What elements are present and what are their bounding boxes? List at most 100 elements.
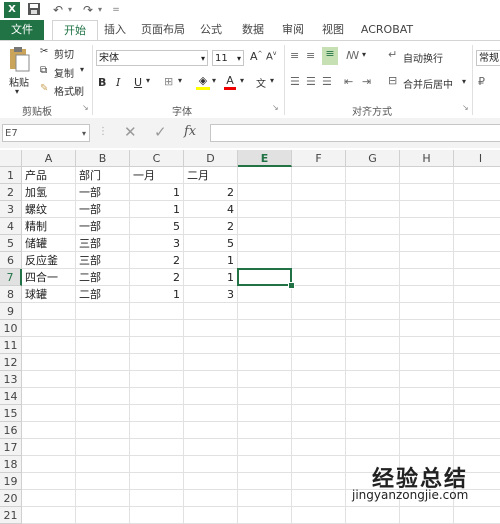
cell-c20[interactable] bbox=[130, 490, 184, 507]
cell-e12[interactable] bbox=[238, 354, 292, 371]
underline-dropdown-icon[interactable]: ▾ bbox=[146, 76, 150, 85]
cell-i2[interactable] bbox=[454, 184, 500, 201]
format-painter-button[interactable]: 格式刷 bbox=[54, 83, 84, 98]
cell-i8[interactable] bbox=[454, 286, 500, 303]
column-header-e[interactable]: E bbox=[238, 150, 292, 167]
cell-e7[interactable] bbox=[238, 269, 292, 286]
cell-g6[interactable] bbox=[346, 252, 400, 269]
cell-c5[interactable]: 3 bbox=[130, 235, 184, 252]
cell-d11[interactable] bbox=[184, 337, 238, 354]
cell-e2[interactable] bbox=[238, 184, 292, 201]
cut-button[interactable]: 剪切 bbox=[54, 46, 74, 61]
cell-g11[interactable] bbox=[346, 337, 400, 354]
cell-a11[interactable] bbox=[22, 337, 76, 354]
cell-h9[interactable] bbox=[400, 303, 454, 320]
cell-i16[interactable] bbox=[454, 422, 500, 439]
cell-g15[interactable] bbox=[346, 405, 400, 422]
cell-b17[interactable] bbox=[76, 439, 130, 456]
cell-e3[interactable] bbox=[238, 201, 292, 218]
cell-f13[interactable] bbox=[292, 371, 346, 388]
borders-icon[interactable]: ⊞ bbox=[164, 75, 173, 88]
cell-a2[interactable]: 加氢 bbox=[22, 184, 76, 201]
cell-b20[interactable] bbox=[76, 490, 130, 507]
cell-a3[interactable]: 螺纹 bbox=[22, 201, 76, 218]
column-header-c[interactable]: C bbox=[130, 150, 184, 167]
cell-i1[interactable] bbox=[454, 167, 500, 184]
cell-c3[interactable]: 1 bbox=[130, 201, 184, 218]
cell-e4[interactable] bbox=[238, 218, 292, 235]
cell-e17[interactable] bbox=[238, 439, 292, 456]
underline-button[interactable]: U bbox=[134, 76, 142, 89]
tab-page-layout[interactable]: 页面布局 bbox=[136, 20, 190, 40]
font-color-dropdown-icon[interactable]: ▾ bbox=[240, 76, 244, 85]
customize-qat-icon[interactable]: = bbox=[108, 2, 124, 18]
column-header-f[interactable]: F bbox=[292, 150, 346, 167]
cell-g14[interactable] bbox=[346, 388, 400, 405]
cell-f6[interactable] bbox=[292, 252, 346, 269]
row-header-7[interactable]: 7 bbox=[0, 269, 22, 286]
cell-h14[interactable] bbox=[400, 388, 454, 405]
cell-i14[interactable] bbox=[454, 388, 500, 405]
cell-a17[interactable] bbox=[22, 439, 76, 456]
cell-g2[interactable] bbox=[346, 184, 400, 201]
cell-i10[interactable] bbox=[454, 320, 500, 337]
cell-h15[interactable] bbox=[400, 405, 454, 422]
cell-i3[interactable] bbox=[454, 201, 500, 218]
cell-a9[interactable] bbox=[22, 303, 76, 320]
cell-b16[interactable] bbox=[76, 422, 130, 439]
number-format-select[interactable]: 常规 bbox=[476, 50, 500, 66]
cell-a8[interactable]: 球罐 bbox=[22, 286, 76, 303]
cell-b18[interactable] bbox=[76, 456, 130, 473]
row-header-17[interactable]: 17 bbox=[0, 439, 22, 456]
cell-e11[interactable] bbox=[238, 337, 292, 354]
cell-a13[interactable] bbox=[22, 371, 76, 388]
cell-a18[interactable] bbox=[22, 456, 76, 473]
cell-g10[interactable] bbox=[346, 320, 400, 337]
cell-e16[interactable] bbox=[238, 422, 292, 439]
cell-h10[interactable] bbox=[400, 320, 454, 337]
cell-h17[interactable] bbox=[400, 439, 454, 456]
cell-i4[interactable] bbox=[454, 218, 500, 235]
font-name-select[interactable]: 宋体 ▾ bbox=[96, 50, 208, 66]
tab-file[interactable]: 文件 bbox=[0, 20, 44, 40]
row-header-15[interactable]: 15 bbox=[0, 405, 22, 422]
cell-a19[interactable] bbox=[22, 473, 76, 490]
cut-icon[interactable]: ✂ bbox=[40, 46, 48, 57]
cell-g5[interactable] bbox=[346, 235, 400, 252]
cell-c19[interactable] bbox=[130, 473, 184, 490]
undo-dropdown-icon[interactable]: ▾ bbox=[62, 2, 78, 18]
cell-d12[interactable] bbox=[184, 354, 238, 371]
cell-e18[interactable] bbox=[238, 456, 292, 473]
column-header-i[interactable]: I bbox=[454, 150, 500, 167]
cell-f16[interactable] bbox=[292, 422, 346, 439]
cell-c17[interactable] bbox=[130, 439, 184, 456]
cell-g16[interactable] bbox=[346, 422, 400, 439]
tab-formulas[interactable]: 公式 bbox=[194, 20, 228, 40]
cell-h12[interactable] bbox=[400, 354, 454, 371]
cell-i6[interactable] bbox=[454, 252, 500, 269]
formula-input[interactable] bbox=[210, 124, 500, 142]
align-top-icon[interactable]: ≡ bbox=[290, 49, 299, 62]
cell-b5[interactable]: 三部 bbox=[76, 235, 130, 252]
tab-home[interactable]: 开始 bbox=[52, 20, 98, 41]
cell-e9[interactable] bbox=[238, 303, 292, 320]
cell-i13[interactable] bbox=[454, 371, 500, 388]
font-color-icon[interactable]: A bbox=[224, 74, 236, 90]
column-header-h[interactable]: H bbox=[400, 150, 454, 167]
row-header-9[interactable]: 9 bbox=[0, 303, 22, 320]
cell-d13[interactable] bbox=[184, 371, 238, 388]
cell-e5[interactable] bbox=[238, 235, 292, 252]
bold-button[interactable]: B bbox=[98, 76, 106, 89]
cell-d17[interactable] bbox=[184, 439, 238, 456]
cell-f11[interactable] bbox=[292, 337, 346, 354]
cell-e10[interactable] bbox=[238, 320, 292, 337]
cell-g3[interactable] bbox=[346, 201, 400, 218]
cell-e14[interactable] bbox=[238, 388, 292, 405]
cell-g9[interactable] bbox=[346, 303, 400, 320]
excel-icon[interactable]: X bbox=[4, 2, 20, 18]
decrease-indent-icon[interactable]: ⇤ bbox=[344, 75, 353, 88]
cell-b14[interactable] bbox=[76, 388, 130, 405]
cell-h11[interactable] bbox=[400, 337, 454, 354]
cell-g1[interactable] bbox=[346, 167, 400, 184]
row-header-5[interactable]: 5 bbox=[0, 235, 22, 252]
